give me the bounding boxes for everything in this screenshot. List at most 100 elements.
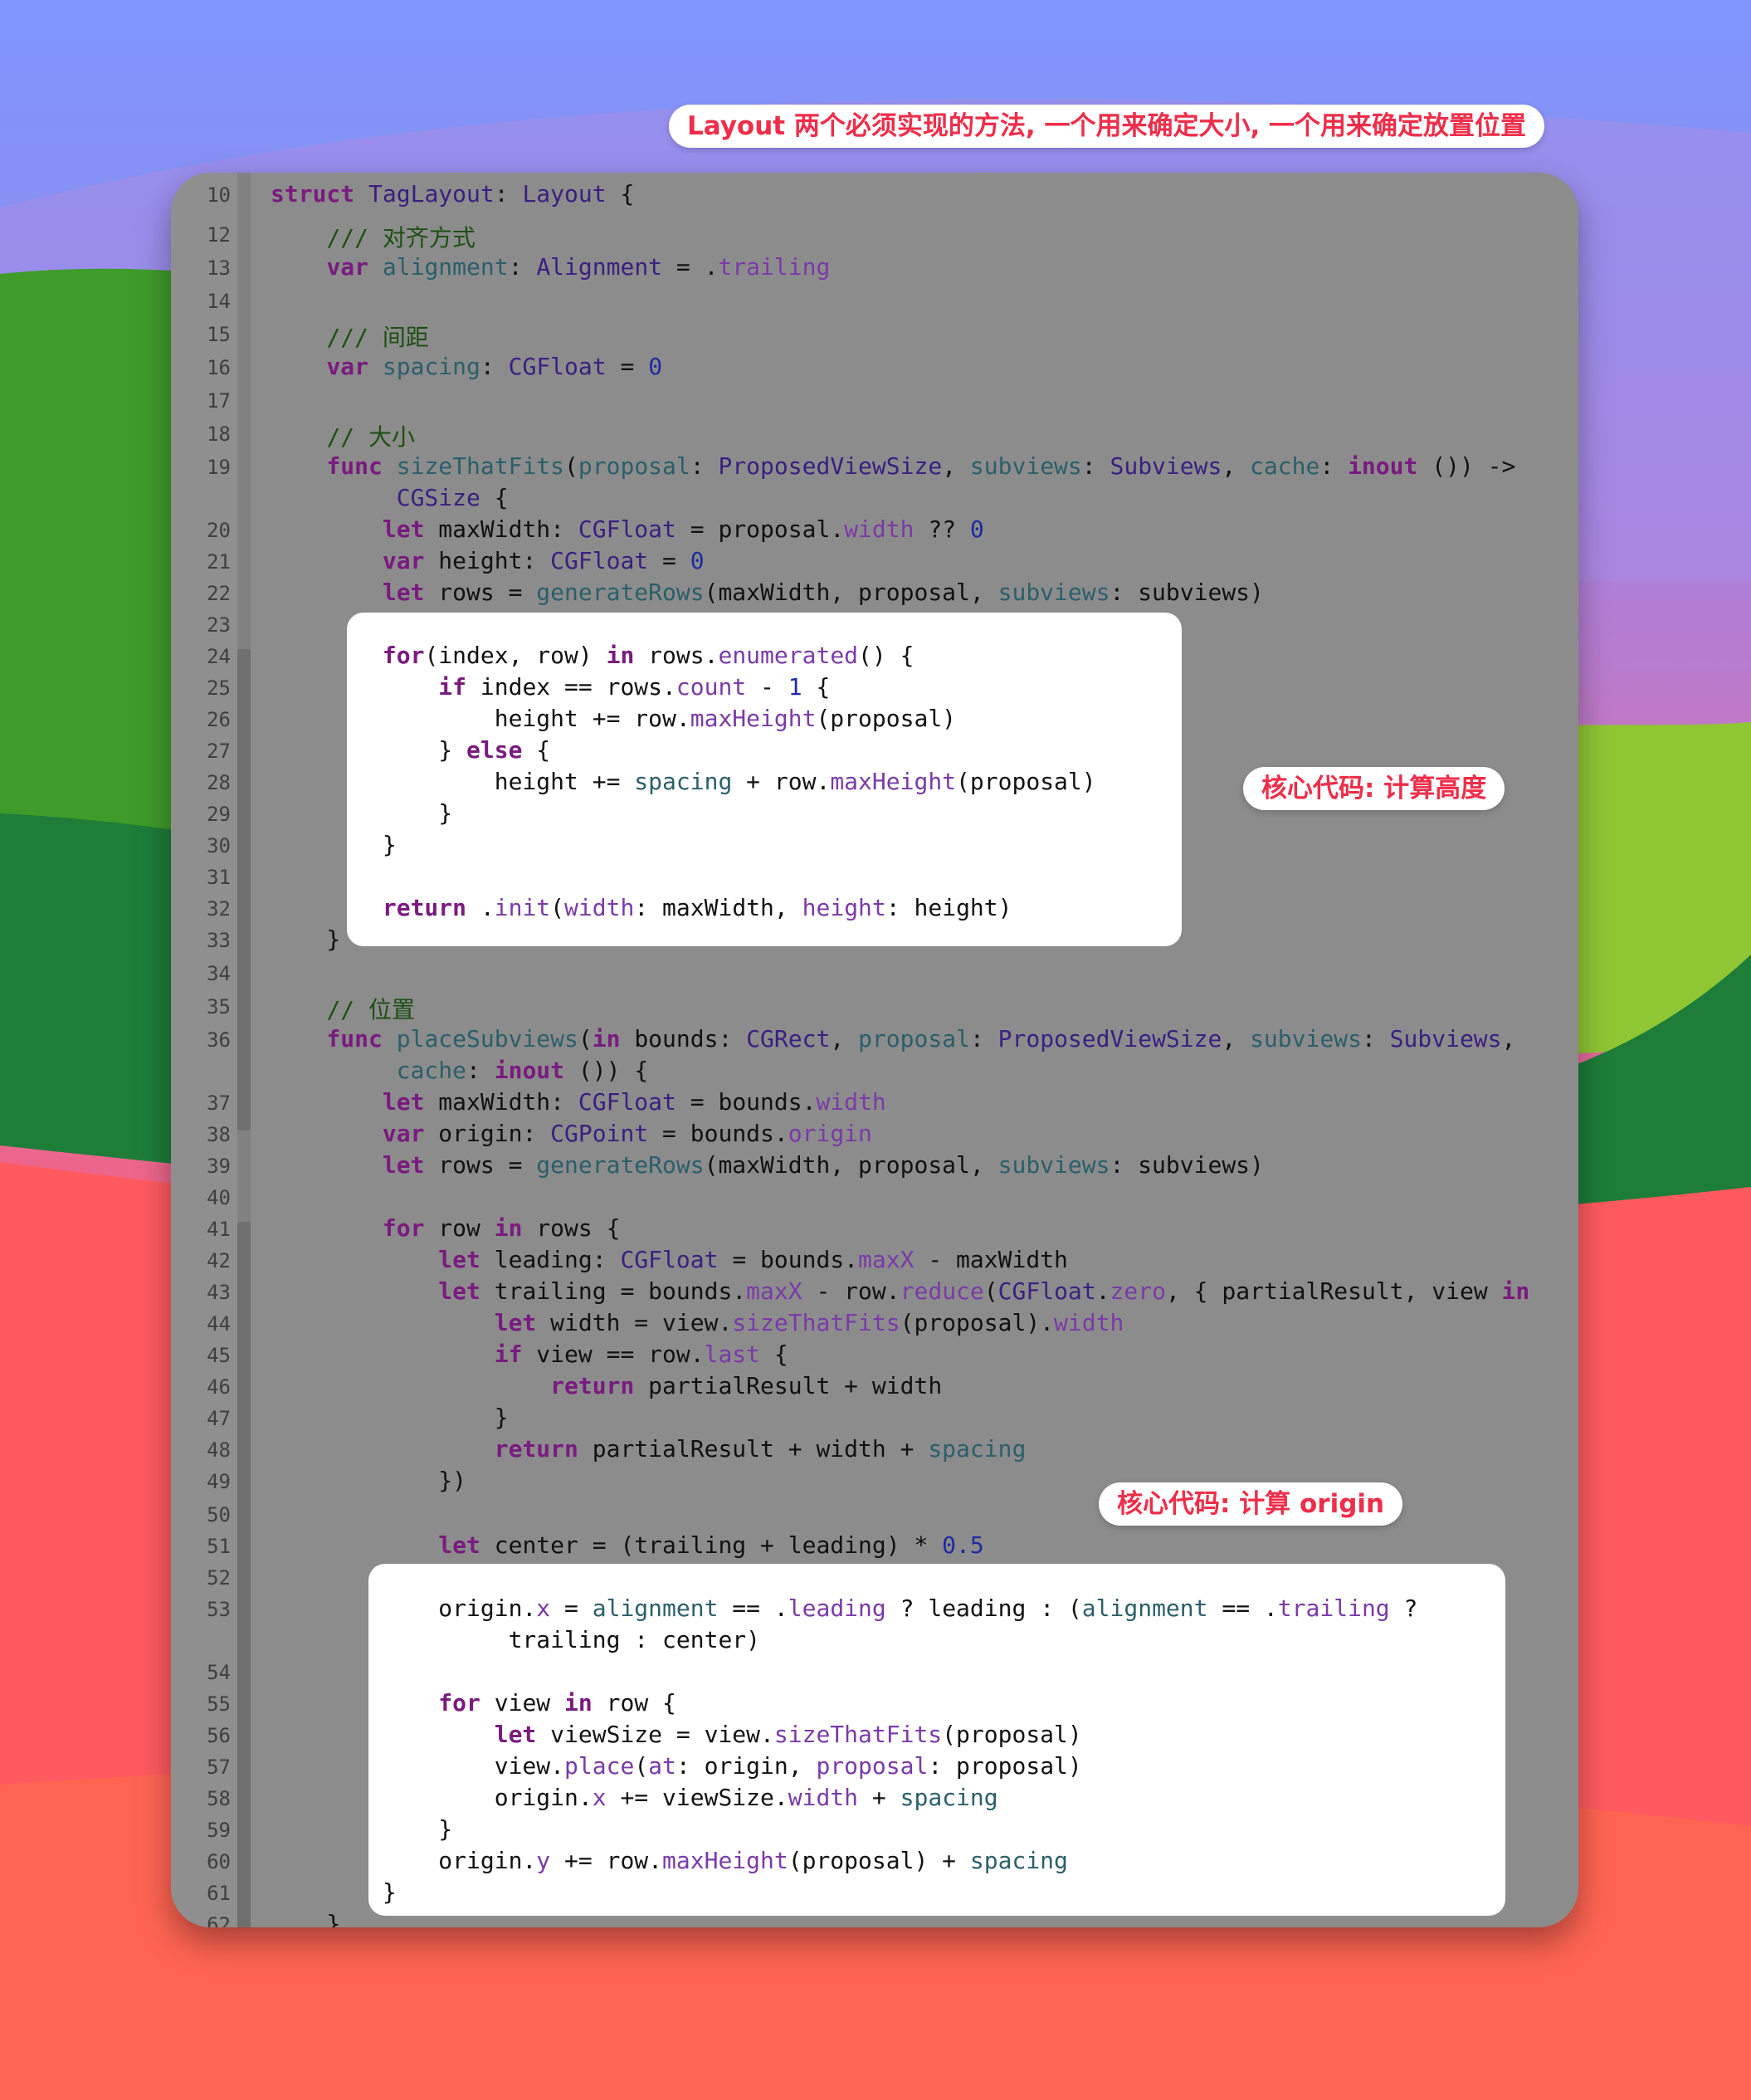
line-number: 47 — [207, 1407, 231, 1430]
code-token: maxHeight — [662, 1847, 788, 1874]
code-line: if view == row.last { — [271, 1341, 788, 1368]
code-token: let — [494, 1309, 537, 1336]
code-token: += row. — [550, 1847, 663, 1874]
code-token: } — [271, 925, 341, 953]
code-token: maxX — [858, 1246, 915, 1273]
code-token: trailing : center) — [271, 1626, 761, 1653]
code-token: . — [1095, 1277, 1110, 1305]
code-token: bounds: — [620, 1025, 747, 1052]
code-token: in — [606, 642, 635, 669]
code-line: return .init(width: maxWidth, height: he… — [271, 894, 1012, 921]
code-token: inout — [1348, 452, 1418, 480]
code-token: index == rows. — [466, 673, 676, 701]
code-editor-window[interactable]: 10 struct TagLayout: Layout {12 /// 对齐方式 1… — [171, 173, 1578, 1927]
code-line: } — [271, 1910, 340, 1927]
line-number: 41 — [207, 1218, 231, 1241]
code-line: let maxWidth: CGFloat = proposal.width ?… — [271, 515, 984, 543]
code-token: let — [382, 1151, 425, 1179]
code-token: = proposal. — [676, 515, 845, 543]
code-token: width = view. — [536, 1309, 733, 1336]
code-line: func placeSubviews(in bounds: CGRect, pr… — [271, 1025, 1515, 1052]
code-line: var spacing: CGFloat = 0 — [271, 353, 662, 380]
line-number: 42 — [207, 1249, 231, 1272]
code-token: trailing = bounds. — [480, 1277, 747, 1305]
line-number: 10 — [207, 183, 231, 207]
code-line: height += spacing + row.maxHeight(propos… — [271, 768, 1096, 795]
line-number: 35 — [207, 995, 231, 1018]
code-line: height += row.maxHeight(proposal) — [271, 705, 956, 732]
callout-top-note: Layout 两个必须实现的方法, 一个用来确定大小, 一个用来确定放置位置 — [669, 105, 1545, 148]
fold-marker[interactable] — [237, 649, 251, 1131]
code-token: origin. — [271, 1847, 537, 1874]
code-token: let — [382, 1088, 425, 1116]
code-token: placeSubviews — [396, 1025, 578, 1052]
code-line: } — [271, 1815, 452, 1843]
code-token: } — [271, 799, 453, 827]
code-token: rows = — [424, 579, 537, 606]
code-token: CGPoint — [550, 1120, 649, 1147]
code-token: CGFloat — [997, 1277, 1096, 1305]
code-line: } — [271, 831, 397, 858]
code-token: : — [466, 1057, 495, 1084]
line-number: 13 — [207, 256, 231, 280]
code-line: } — [271, 1404, 509, 1431]
line-number: 48 — [207, 1438, 231, 1462]
line-number: 46 — [207, 1375, 231, 1399]
code-token: } — [271, 831, 397, 858]
code-token: rows { — [522, 1214, 621, 1242]
code-token: origin — [788, 1120, 872, 1147]
line-number: 19 — [207, 456, 231, 479]
code-token: : — [1361, 1025, 1390, 1052]
code-token: (index, row) — [424, 642, 607, 669]
line-number: 44 — [207, 1312, 231, 1336]
code-token: : subviews) — [1110, 1151, 1264, 1179]
code-token: (maxWidth, proposal, — [704, 1151, 998, 1179]
code-line: } — [271, 1878, 397, 1906]
code-token: trailing — [1277, 1595, 1390, 1622]
code-line: var alignment: Alignment = .trailing — [271, 253, 830, 281]
line-number: 25 — [207, 676, 231, 700]
line-number: 54 — [207, 1661, 231, 1684]
code-token: () { — [858, 642, 915, 669]
code-token: : — [480, 353, 509, 380]
code-token: : — [1319, 452, 1349, 480]
line-number: 12 — [207, 223, 231, 247]
code-token: , — [1501, 1025, 1516, 1052]
code-line: let rows = generateRows(maxWidth, propos… — [271, 579, 1264, 606]
code-token: height: — [424, 547, 551, 574]
code-token: sizeThatFits — [773, 1721, 943, 1748]
code-token: partialResult + width + — [578, 1435, 929, 1463]
code-token: : maxWidth, — [634, 894, 802, 921]
code-line: let rows = generateRows(maxWidth, propos… — [271, 1151, 1264, 1179]
code-token: = — [606, 353, 649, 380]
code-line: var origin: CGPoint = bounds.origin — [271, 1120, 872, 1147]
code-token: return — [550, 1372, 635, 1399]
code-token: : proposal) — [928, 1752, 1082, 1780]
code-token: + row. — [732, 768, 831, 795]
code-token: - — [746, 673, 788, 701]
code-token: == . — [1207, 1595, 1278, 1622]
code-token: : — [494, 180, 523, 208]
code-token: return — [382, 894, 467, 921]
code-token: return — [494, 1435, 578, 1463]
code-token: // 位置 — [326, 996, 416, 1023]
code-token: ? leading : ( — [885, 1595, 1082, 1622]
code-token: (proposal) — [942, 1721, 1082, 1748]
code-token: { — [606, 180, 635, 208]
code-token: /// 间距 — [326, 324, 429, 351]
code-token: view — [480, 1689, 565, 1717]
code-token: var — [382, 1120, 425, 1147]
code-token: , — [830, 1025, 859, 1052]
fold-marker[interactable] — [237, 1222, 251, 1927]
code-token: leading: — [480, 1246, 621, 1273]
code-token: proposal — [578, 452, 690, 480]
code-line: func sizeThatFits(proposal: ProposedView… — [271, 452, 1515, 480]
